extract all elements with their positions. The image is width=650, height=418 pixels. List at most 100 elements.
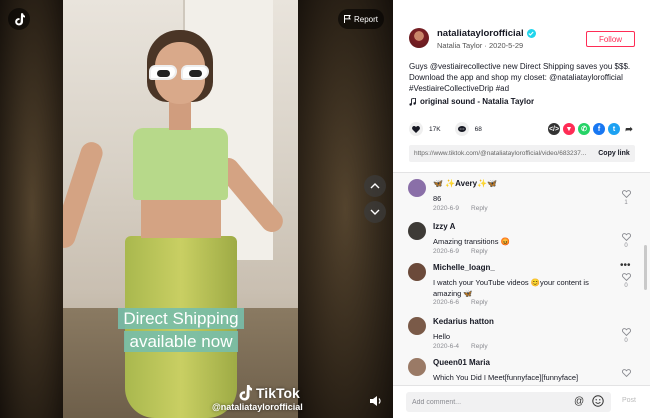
author-info: nataliataylorofficial Natalia Taylor · 2… xyxy=(437,28,536,50)
comment-composer: @ Post xyxy=(393,385,650,418)
author-subline: Natalia Taylor · 2020-5-29 xyxy=(437,41,524,50)
mention-icon[interactable]: @ xyxy=(574,396,584,407)
tiktok-watermark: TikTok xyxy=(238,385,300,401)
copy-link-button[interactable]: Copy link xyxy=(593,150,635,157)
comment-button[interactable] xyxy=(454,122,469,136)
emoji-icon[interactable] xyxy=(592,395,604,407)
dm-send-icon[interactable]: ▼ xyxy=(563,123,575,135)
embed-icon[interactable]: </> xyxy=(548,123,560,135)
commenter-avatar[interactable] xyxy=(408,263,426,281)
video-caption-overlay: Direct Shipping available now xyxy=(87,307,275,353)
like-button[interactable] xyxy=(409,122,423,136)
comments-list[interactable]: 🦋 ✨Avery✨🦋 86 2020-6-9 Reply 1 Izzy A Amazing … xyxy=(393,173,650,385)
author-avatar[interactable] xyxy=(409,28,429,48)
heart-icon xyxy=(412,125,420,133)
music-note-icon xyxy=(409,97,416,106)
comments-scrollbar[interactable] xyxy=(644,245,647,290)
comment-like-count: 0 xyxy=(624,338,628,344)
twitter-icon[interactable]: t xyxy=(608,123,620,135)
speaker-icon xyxy=(369,396,381,406)
chevron-up-icon xyxy=(370,183,380,189)
volume-button[interactable] xyxy=(364,390,386,412)
verified-check-icon xyxy=(526,29,536,38)
comment-meta: 2020-6-9 Reply xyxy=(433,205,488,212)
sound-name[interactable]: original sound - Natalia Taylor xyxy=(420,97,534,106)
tiktok-logo-icon xyxy=(14,12,25,25)
commenter-name[interactable]: Queen01 Maria xyxy=(433,358,490,367)
comment-like-button[interactable] xyxy=(621,369,631,379)
author-username-row[interactable]: nataliataylorofficial xyxy=(437,28,536,39)
comment-text: Amazing transitions 😡 xyxy=(433,237,510,246)
chevron-down-icon xyxy=(370,209,380,215)
heart-outline-icon xyxy=(621,233,631,242)
tiktok-video-page: Direct Shipping available now TikTok @na… xyxy=(0,0,650,418)
engagement-stats: 17K 68 xyxy=(409,122,482,136)
heart-outline-icon xyxy=(621,190,631,199)
heart-outline-icon xyxy=(621,328,631,337)
facebook-icon[interactable]: f xyxy=(593,123,605,135)
post-description: Guys @vestiairecollective new Direct Shi… xyxy=(409,62,631,93)
follow-button[interactable]: Follow xyxy=(586,31,635,47)
heart-outline-icon xyxy=(621,369,631,378)
video-link-url[interactable]: https://www.tiktok.com/@nataliatayloroff… xyxy=(409,150,593,157)
comment-bubble-icon xyxy=(457,125,466,132)
person-top xyxy=(133,128,228,200)
share-arrow-icon[interactable]: ➦ xyxy=(623,123,635,135)
blur-band-left xyxy=(0,0,64,418)
person-arm-left xyxy=(63,139,106,251)
reply-button[interactable]: Reply xyxy=(471,299,488,306)
commenter-avatar[interactable] xyxy=(408,179,426,197)
sound-link[interactable]: original sound - Natalia Taylor xyxy=(409,97,534,106)
commenter-name[interactable]: Kedarius hatton xyxy=(433,317,494,326)
watermark-handle-text: @nataliataylorofficial xyxy=(212,402,303,412)
comment-date: 2020-6-9 xyxy=(433,248,460,255)
report-button[interactable]: Report xyxy=(338,9,384,29)
whatsapp-icon[interactable]: ✆ xyxy=(578,123,590,135)
comment-date: 2020-6-4 xyxy=(433,343,460,350)
person-neck xyxy=(169,100,191,130)
reply-button[interactable]: Reply xyxy=(471,248,488,255)
commenter-avatar[interactable] xyxy=(408,317,426,335)
comment-text: 86 xyxy=(433,194,442,203)
video-player-area[interactable]: Direct Shipping available now TikTok @na… xyxy=(0,0,393,418)
video-caption-text: Direct Shipping available now xyxy=(118,308,244,352)
share-icons-row: </> ▼ ✆ f t ➦ xyxy=(548,123,635,135)
comment-like-count: 0 xyxy=(624,243,628,249)
person-sunglasses xyxy=(149,65,211,81)
heart-outline-icon xyxy=(621,273,631,282)
reply-button[interactable]: Reply xyxy=(471,343,488,350)
comment-like-button[interactable]: 0 xyxy=(621,233,631,249)
comment-like-button[interactable]: 0 xyxy=(621,328,631,344)
person-midriff xyxy=(141,198,221,238)
comment-like-button[interactable]: 1 xyxy=(621,190,631,206)
like-count: 17K xyxy=(429,125,441,133)
comment-like-count: 0 xyxy=(624,283,628,289)
author-display-name: Natalia Taylor xyxy=(437,41,483,50)
comment-meta: 2020-6-9 Reply xyxy=(433,248,488,255)
author-username[interactable]: nataliataylorofficial xyxy=(437,28,524,39)
comment-like-button[interactable]: 0 xyxy=(621,273,631,289)
comment-meta: 2020-6-4 Reply xyxy=(433,343,488,350)
post-comment-button[interactable]: Post xyxy=(622,397,636,404)
commenter-name[interactable]: Michelle_loagn_ xyxy=(433,263,495,272)
reply-button[interactable]: Reply xyxy=(471,205,488,212)
comment-date: 2020-6-6 xyxy=(433,299,460,306)
report-label: Report xyxy=(353,14,378,24)
flag-icon xyxy=(343,15,351,23)
tiktok-logo-button[interactable] xyxy=(8,8,30,30)
comment-count: 68 xyxy=(474,125,482,133)
next-video-button[interactable] xyxy=(364,201,386,223)
video-info-panel: nataliataylorofficial Natalia Taylor · 2… xyxy=(393,0,650,418)
comment-text: Hello xyxy=(433,332,451,341)
video-frame[interactable] xyxy=(63,0,298,418)
comment-meta: 2020-6-6 Reply xyxy=(433,299,488,306)
tiktok-note-icon xyxy=(239,385,252,401)
commenter-avatar[interactable] xyxy=(408,222,426,240)
commenter-name[interactable]: 🦋 ✨Avery✨🦋 xyxy=(433,179,497,188)
commenter-avatar[interactable] xyxy=(408,358,426,376)
commenter-name[interactable]: Izzy A xyxy=(433,222,455,231)
comment-like-count: 1 xyxy=(624,200,628,206)
more-options-icon[interactable]: ••• xyxy=(620,260,631,271)
previous-video-button[interactable] xyxy=(364,175,386,197)
comment-date: 2020-6-9 xyxy=(433,205,460,212)
